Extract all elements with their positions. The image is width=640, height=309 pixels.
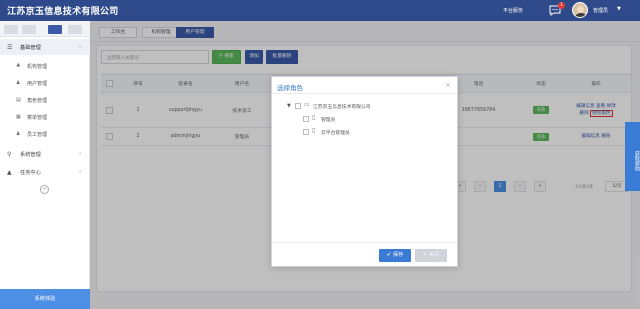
sidebar-item-label: 角色管理 xyxy=(27,98,48,104)
save-button[interactable]: ✔ 保存 xyxy=(379,249,411,262)
users-icon: ♟ xyxy=(16,80,21,86)
sidebar-item-label: 机构管理 xyxy=(27,64,48,70)
system-experience-button[interactable]: 系统体验 xyxy=(0,289,90,309)
sidebar-item-label: 用户管理 xyxy=(27,81,48,87)
close-button[interactable]: ✕ 关闭 xyxy=(415,249,447,262)
select-role-dialog: 选择角色 × ▼ ▭ 江苏京玉信息技术有限公司 ▯ 管理员 ▯ 云平台管理员 ✔… xyxy=(271,76,458,267)
close-icon: ✕ xyxy=(422,252,428,258)
folder-icon: ▭ xyxy=(304,101,310,108)
menu-label: 系统管理 xyxy=(20,152,41,158)
collapse-icon[interactable]: « xyxy=(40,185,49,194)
close-icon[interactable]: × xyxy=(445,81,451,89)
tree-child-checkbox[interactable] xyxy=(303,116,309,122)
grid-icon[interactable] xyxy=(48,25,62,34)
tree-child-checkbox[interactable] xyxy=(303,129,309,135)
home-icon[interactable] xyxy=(4,25,18,34)
sidebar-item-label: 员工管理 xyxy=(27,132,48,138)
chevron-down-icon[interactable]: ▼ xyxy=(617,6,621,12)
top-bar: 江苏京玉信息技术有限公司 平台服务 1 管理员 ▼ xyxy=(0,0,640,21)
menu-label: 任务中心 xyxy=(20,170,41,176)
tree-child-label[interactable]: 云平台管理员 xyxy=(321,129,350,136)
tree-child-label[interactable]: 管理员 xyxy=(321,116,335,123)
search-icon: ⚲ xyxy=(7,151,12,158)
settings-icon[interactable] xyxy=(68,25,82,34)
dialog-title: 选择角色 xyxy=(277,84,303,92)
sidebar: ☰ 基础管理 ⌄ ♣ 机构管理 ♟ 用户管理 ▤ 角色管理 ▦ 菜单管理 ♟ 员… xyxy=(0,21,90,309)
bell-icon: ▲ xyxy=(7,169,12,176)
list-icon[interactable] xyxy=(22,25,36,34)
platform-service-link[interactable]: 平台服务 xyxy=(503,7,523,14)
save-button-label: 保存 xyxy=(392,252,404,258)
menu-system-management[interactable]: ⚲ 系统管理 ⌄ xyxy=(0,146,90,162)
menu-basic-management[interactable]: ☰ 基础管理 ⌄ xyxy=(0,39,90,55)
sidebar-item-menus[interactable]: ▦ 菜单管理 xyxy=(0,110,90,124)
menu-task-center[interactable]: ▲ 任务中心 ⌄ xyxy=(0,164,90,180)
file-icon: ▯ xyxy=(312,127,316,134)
sidebar-toolbar xyxy=(0,21,90,37)
sidebar-item-label: 菜单管理 xyxy=(27,115,48,121)
org-icon: ♣ xyxy=(16,63,21,69)
caret-down-icon[interactable]: ▼ xyxy=(287,103,291,109)
dialog-footer: ✔ 保存 ✕ 关闭 xyxy=(272,242,457,266)
help-side-tab[interactable]: 获取帮助 xyxy=(625,122,640,191)
chevron-down-icon: ⌄ xyxy=(78,168,83,174)
message-badge: 1 xyxy=(558,2,565,9)
sidebar-item-employees[interactable]: ♟ 员工管理 xyxy=(0,127,90,141)
employee-icon: ♟ xyxy=(16,131,21,137)
tree-root-label[interactable]: 江苏京玉信息技术有限公司 xyxy=(313,103,371,110)
check-icon: ✔ xyxy=(386,252,392,258)
company-name: 江苏京玉信息技术有限公司 xyxy=(7,7,119,17)
menu-label: 基础管理 xyxy=(20,45,41,51)
user-name[interactable]: 管理员 xyxy=(593,7,608,14)
avatar[interactable] xyxy=(572,2,588,18)
sidebar-item-org[interactable]: ♣ 机构管理 xyxy=(0,59,90,73)
chevron-down-icon: ⌄ xyxy=(78,43,83,49)
dialog-header: 选择角色 × xyxy=(272,77,457,94)
sidebar-item-roles[interactable]: ▤ 角色管理 xyxy=(0,93,90,107)
sidebar-item-users[interactable]: ♟ 用户管理 xyxy=(0,76,90,90)
basic-management-icon: ☰ xyxy=(7,44,13,51)
tree-root-checkbox[interactable] xyxy=(295,103,301,109)
close-button-label: 关闭 xyxy=(428,252,440,258)
chevron-down-icon: ⌄ xyxy=(78,150,83,156)
role-icon: ▤ xyxy=(16,97,21,103)
file-icon: ▯ xyxy=(312,114,316,121)
menu-icon: ▦ xyxy=(16,114,21,120)
